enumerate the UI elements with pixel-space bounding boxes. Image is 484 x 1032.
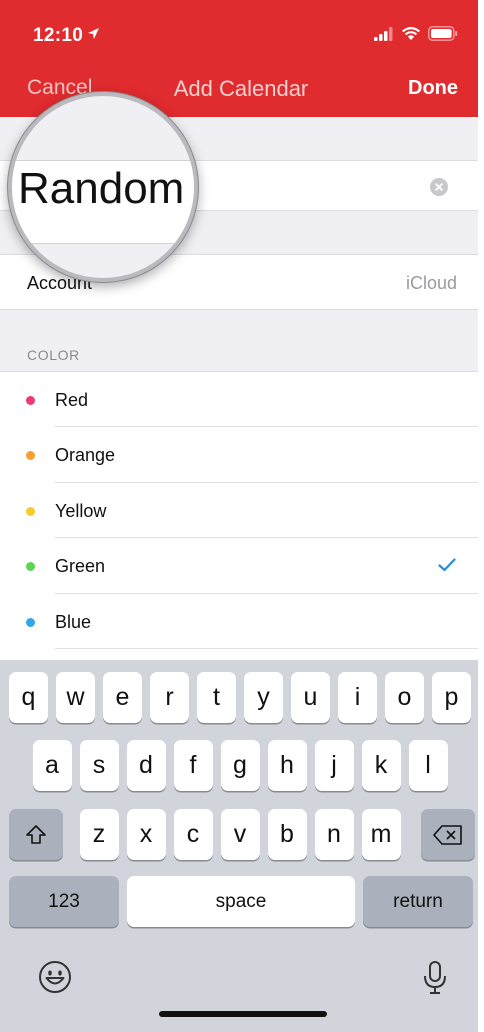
color-option-label: Red <box>55 390 89 410</box>
shift-key[interactable] <box>9 809 63 860</box>
color-option-yellow[interactable]: Yellow <box>0 483 478 539</box>
color-option-blue[interactable]: Blue <box>0 594 478 649</box>
color-dot-icon <box>26 451 35 461</box>
account-value: iCloud <box>405 273 457 293</box>
color-dot-icon <box>26 396 35 405</box>
key-m[interactable]: m <box>361 809 401 860</box>
key-v[interactable]: v <box>220 809 260 860</box>
key-q[interactable]: q <box>9 672 48 723</box>
space-key[interactable]: space <box>127 876 355 927</box>
add-calendar-screen: 12:10 Cancel Add Calendar Done Account i… <box>0 0 478 1032</box>
color-option-label: Orange <box>55 445 116 466</box>
key-b[interactable]: b <box>267 809 307 860</box>
keyboard: 123 space return qwertyuiop asdfghjkl zxcv… <box>0 660 478 1032</box>
color-list: Red Orange Yellow Green Blue <box>0 371 478 661</box>
key-n[interactable]: n <box>314 809 354 860</box>
return-key[interactable]: return <box>363 876 473 927</box>
key-f[interactable]: f <box>173 740 213 791</box>
battery-icon <box>428 26 458 41</box>
color-option-label: Blue <box>55 611 92 632</box>
checkmark-icon <box>438 558 456 572</box>
color-option-orange[interactable]: Orange <box>0 427 478 483</box>
color-option-red[interactable]: Red <box>0 372 478 428</box>
key-z[interactable]: z <box>79 809 119 860</box>
color-dot-icon <box>26 617 35 627</box>
key-r[interactable]: r <box>150 672 189 723</box>
key-k[interactable]: k <box>361 740 401 791</box>
color-dot-icon <box>26 506 35 516</box>
emoji-key[interactable] <box>37 959 73 1000</box>
location-arrow-icon <box>87 24 100 46</box>
key-o[interactable]: o <box>385 672 424 723</box>
calendar-name-value: Random <box>18 164 185 213</box>
key-e[interactable]: e <box>103 672 142 723</box>
color-option-label: Yellow <box>55 500 107 521</box>
key-l[interactable]: l <box>408 740 448 791</box>
key-p[interactable]: p <box>432 672 471 723</box>
key-g[interactable]: g <box>220 740 260 791</box>
status-icons <box>374 26 458 41</box>
backspace-icon <box>433 824 462 845</box>
key-u[interactable]: u <box>291 672 330 723</box>
key-h[interactable]: h <box>267 740 307 791</box>
key-d[interactable]: d <box>126 740 166 791</box>
home-indicator[interactable] <box>159 1011 327 1017</box>
key-w[interactable]: w <box>56 672 95 723</box>
key-a[interactable]: a <box>32 740 72 791</box>
status-time: 12:10 <box>33 24 100 47</box>
cellular-signal-icon <box>374 26 393 41</box>
key-s[interactable]: s <box>79 740 119 791</box>
shift-icon <box>26 824 46 844</box>
key-j[interactable]: j <box>314 740 354 791</box>
color-option-label: Green <box>55 556 106 577</box>
key-c[interactable]: c <box>173 809 213 860</box>
clear-text-icon[interactable] <box>430 178 448 196</box>
emoji-icon <box>39 961 71 993</box>
delete-key[interactable] <box>421 809 475 860</box>
key-i[interactable]: i <box>338 672 377 723</box>
key-y[interactable]: y <box>244 672 283 723</box>
dictation-key[interactable] <box>422 960 448 1001</box>
color-dot-icon <box>26 562 35 572</box>
numbers-key[interactable]: 123 <box>9 876 119 927</box>
key-x[interactable]: x <box>126 809 166 860</box>
done-button[interactable]: Done <box>408 77 458 100</box>
color-option-green[interactable]: Green <box>0 538 478 594</box>
wifi-icon <box>402 27 420 40</box>
row-divider <box>55 647 478 649</box>
text-magnifier-loupe: Random <box>8 92 198 282</box>
microphone-icon <box>424 961 446 994</box>
key-t[interactable]: t <box>197 672 236 723</box>
color-section-header: COLOR <box>27 347 80 363</box>
